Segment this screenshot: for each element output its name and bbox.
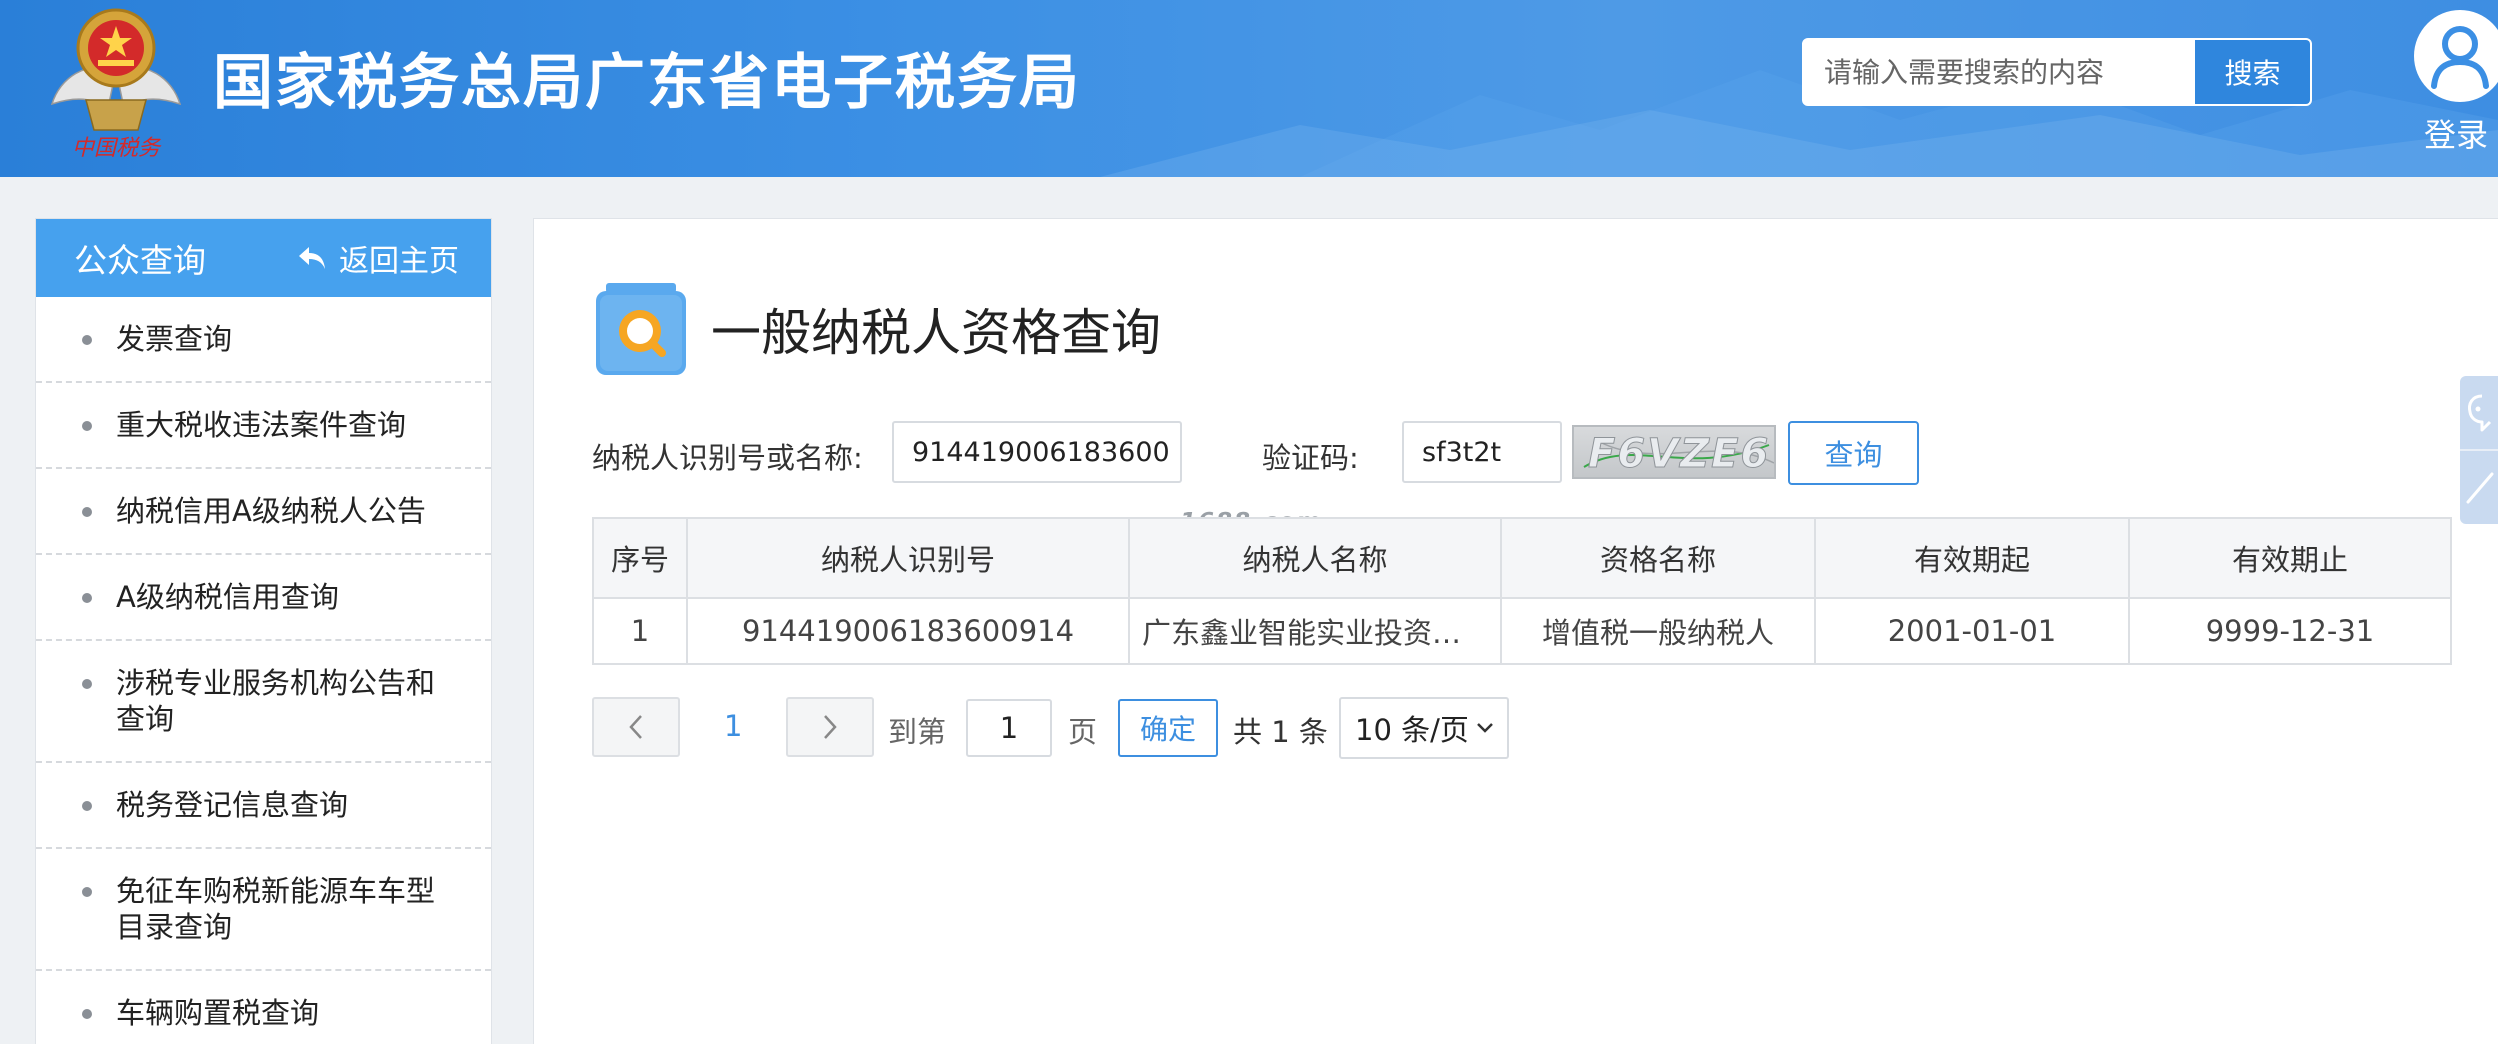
column-header-taxid: 纳税人识别号 [686,517,1130,599]
floating-toolbar-divider [2460,449,2498,451]
page-size-value: 10 条/页 [1355,713,1469,747]
sidebar-title: 公众查询 [74,241,206,280]
sidebar-item-a-credit-notice[interactable]: 纳税信用A级纳税人公告 [36,469,491,555]
sidebar-item-major-violation-query[interactable]: 重大税收违法案件查询 [36,383,491,469]
sidebar-item-invoice-query[interactable]: 发票查询 [36,297,491,383]
sidebar-item-new-energy-vehicle-catalog[interactable]: 免征车购税新能源车车型目录查询 [36,849,491,971]
header-search: 搜索 [1802,38,2312,106]
taxid-label: 纳税人识别号或名称: [592,441,863,475]
sidebar-item-label: 车辆购置税查询 [116,996,320,1030]
sidebar-item-label: 纳税信用A级纳税人公告 [116,494,426,528]
sidebar-item-label: 税务登记信息查询 [116,788,349,822]
table-row: 1 914419006183600914 广东鑫业智能实业投资有... 增值税一… [592,597,2452,665]
login-label: 登录 [2424,116,2489,154]
cell-taxid: 914419006183600914 [686,597,1130,665]
bullet-icon [82,801,92,811]
search-document-icon [596,283,686,375]
captcha-text: F6VZE6 [1587,431,1771,478]
sidebar-item-label: 重大税收违法案件查询 [116,408,407,442]
emblem-caption: 中国税务 [72,136,162,161]
total-count: 共 1 条 [1233,715,1328,749]
bullet-icon [82,887,92,897]
floating-toolbar [2460,376,2498,524]
bullet-icon [82,421,92,431]
sidebar-item-tax-service-agency[interactable]: 涉税专业服务机构公告和查询 [36,641,491,763]
sidebar-item-label: 发票查询 [116,322,233,356]
cell-qualification: 增值税一般纳税人 [1500,597,1816,665]
column-header-valid-from: 有效期起 [1814,517,2130,599]
sidebar-item-label: A级纳税信用查询 [116,580,339,614]
chevron-left-icon [629,715,642,739]
login-button[interactable]: 登录 [2412,6,2498,156]
search-input[interactable] [1804,40,2193,104]
page-size-select[interactable]: 10 条/页 [1339,697,1509,759]
reply-arrow-icon [299,247,325,269]
bullet-icon [82,679,92,689]
chevron-right-icon [824,715,837,739]
goto-page-input[interactable] [966,699,1052,757]
site-title: 国家税务总局广东省电子税务局 [213,48,1081,118]
captcha-image[interactable]: F6VZE6 [1572,425,1776,479]
table-header-row: 序号 纳税人识别号 纳税人名称 资格名称 有效期起 有效期止 [592,517,2452,599]
result-table: 序号 纳税人识别号 纳税人名称 资格名称 有效期起 有效期止 1 9144190… [592,517,2452,665]
column-header-index: 序号 [592,517,688,599]
page-unit-label: 页 [1068,715,1098,749]
back-home-link[interactable]: 返回主页 [297,236,459,280]
bullet-icon [82,507,92,517]
captcha-input[interactable] [1402,421,1562,483]
query-button[interactable]: 查询 [1788,421,1919,485]
taxid-input[interactable] [892,421,1182,483]
main-panel: 一般纳税人资格查询 纳税人识别号或名称: 验证码: F6VZE6 查询 1688… [533,218,2498,1044]
sidebar-header: 公众查询 返回主页 [36,219,491,297]
bullet-icon [82,1009,92,1019]
prev-page-button[interactable] [592,697,680,757]
search-button[interactable]: 搜索 [2193,40,2310,104]
sidebar-item-label: 免征车购税新能源车车型目录查询 [116,874,436,944]
column-header-valid-to: 有效期止 [2128,517,2452,599]
cell-index: 1 [592,597,688,665]
goto-label: 到第 [888,715,947,749]
chat-button[interactable] [2460,376,2498,448]
bullet-icon [82,593,92,603]
sidebar-item-label: 涉税专业服务机构公告和查询 [116,666,436,736]
column-header-name: 纳税人名称 [1128,517,1502,599]
sidebar: 公众查询 返回主页 发票查询 重大税收违法案件查询 纳税信用A级纳税人公告 A级… [35,218,492,1044]
column-header-qualification: 资格名称 [1500,517,1816,599]
cell-valid-from: 2001-01-01 [1814,597,2130,665]
sidebar-item-vehicle-purchase-tax[interactable]: 车辆购置税查询 [36,971,491,1044]
chat-icon [2468,394,2492,432]
sidebar-item-a-credit-query[interactable]: A级纳税信用查询 [36,555,491,641]
edit-button[interactable] [2460,452,2498,524]
page-number-current[interactable]: 1 [724,709,742,743]
edit-icon [2466,472,2494,504]
cell-valid-to: 9999-12-31 [2128,597,2452,665]
back-home-label: 返回主页 [339,244,459,279]
user-avatar-icon [2414,10,2498,102]
site-header: 中国税务 国家税务总局广东省电子税务局 搜索 登录 [0,0,2498,177]
page-title: 一般纳税人资格查询 [711,304,1161,362]
next-page-button[interactable] [786,697,874,757]
sidebar-item-tax-registration-query[interactable]: 税务登记信息查询 [36,763,491,849]
goto-confirm-button[interactable]: 确定 [1118,699,1218,757]
chevron-down-icon [1477,723,1493,733]
captcha-label: 验证码: [1262,441,1359,475]
national-tax-emblem: 中国税务 [50,8,182,161]
cell-name: 广东鑫业智能实业投资有... [1128,597,1502,665]
bullet-icon [82,335,92,345]
